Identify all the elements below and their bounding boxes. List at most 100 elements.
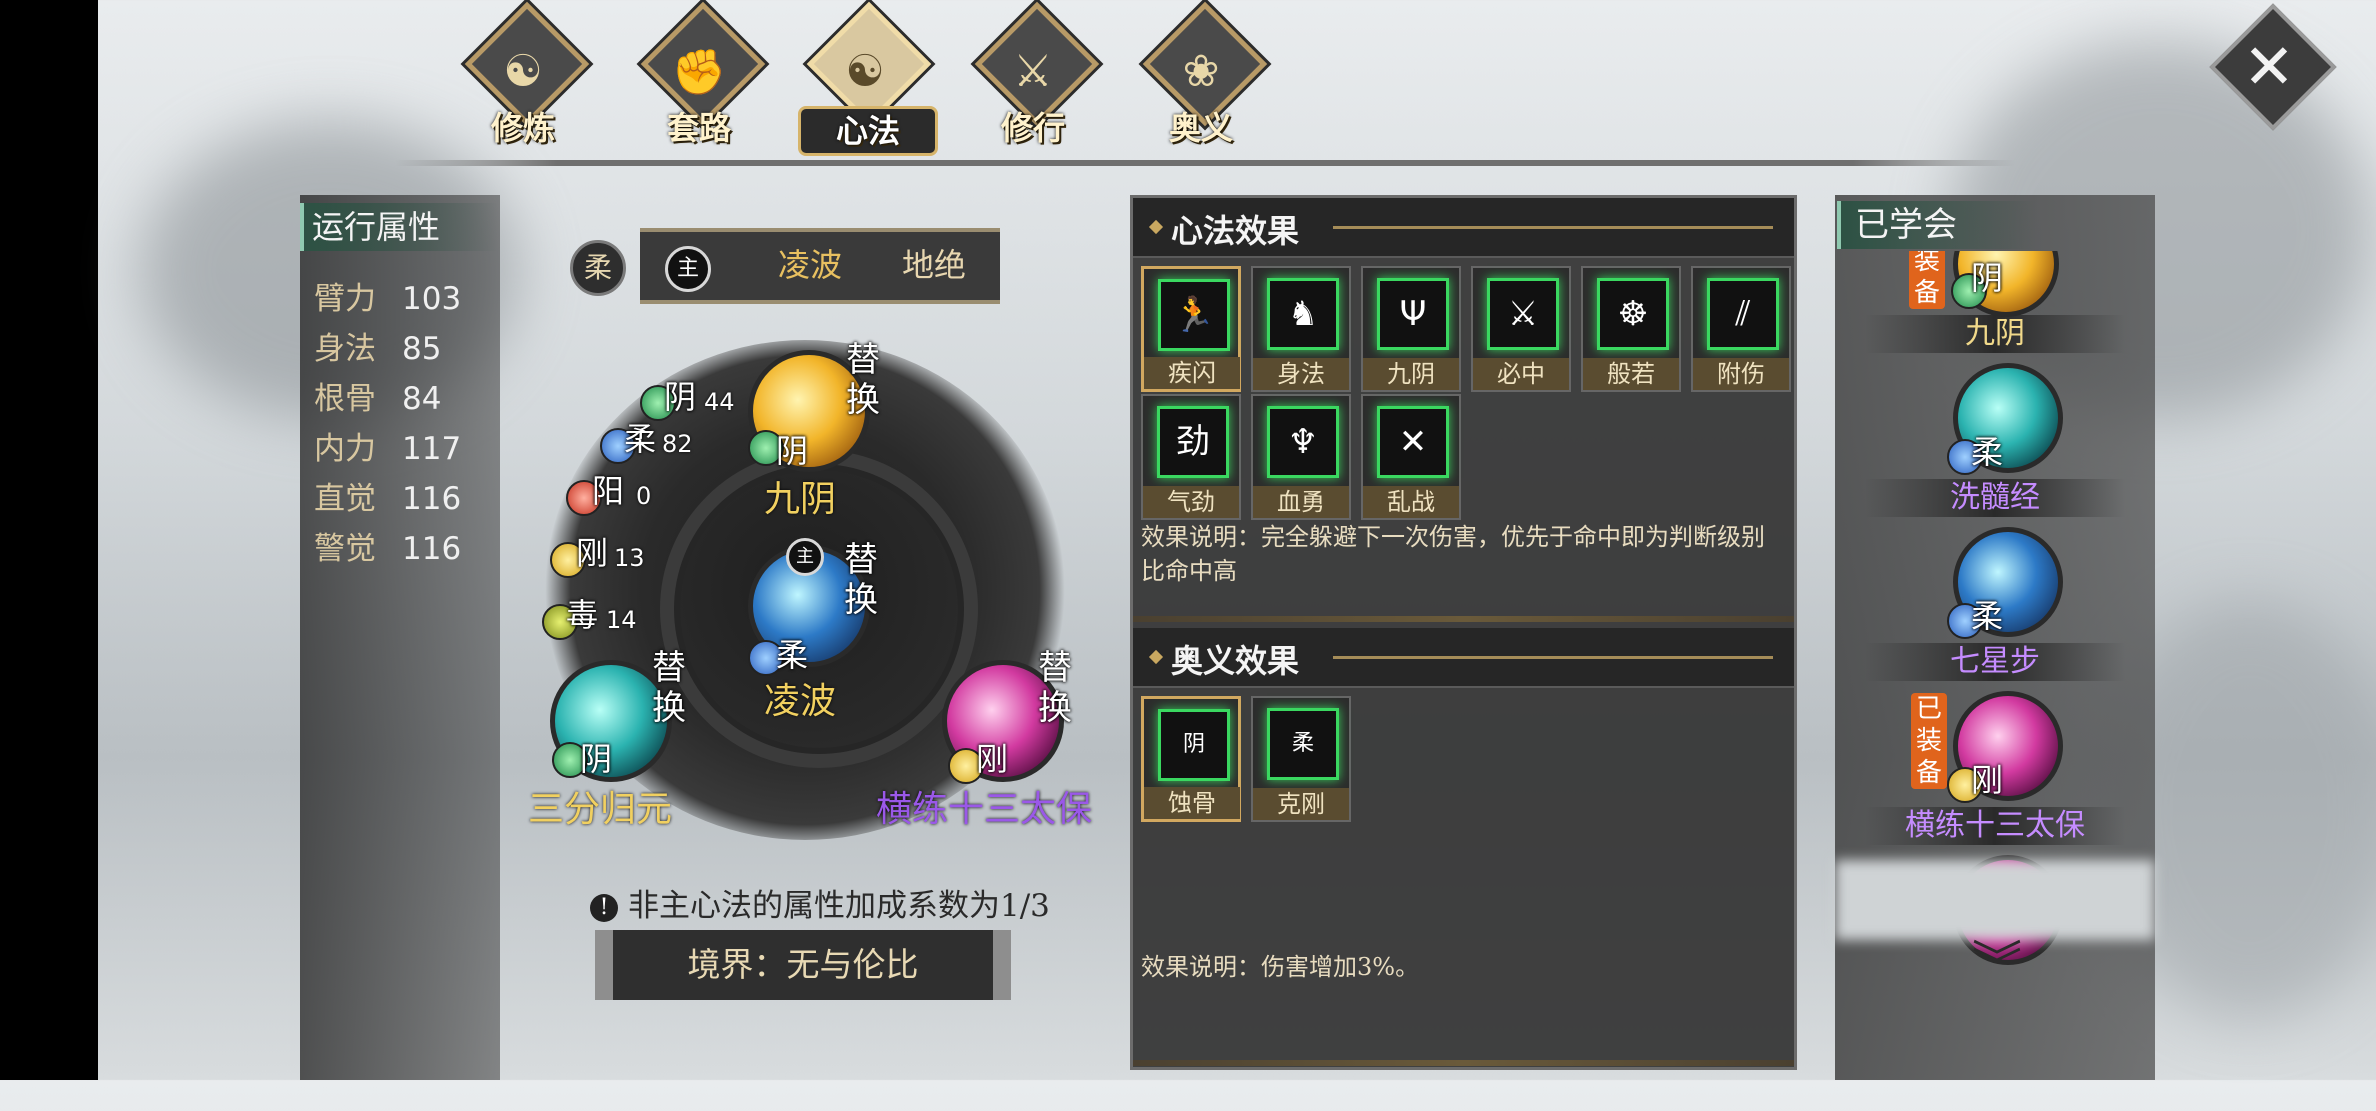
- effect-tile[interactable]: ♆ 血勇: [1251, 394, 1351, 520]
- skill-element-tag: 阴: [580, 740, 613, 778]
- list-fade: [1835, 860, 2155, 940]
- element-value: 13: [614, 544, 645, 572]
- element-value: 82: [662, 430, 693, 458]
- skill-name: 横练十三太保: [876, 789, 1093, 830]
- effect-tile[interactable]: Ψ 九阴: [1361, 266, 1461, 392]
- effect-tile[interactable]: ☸ 般若: [1581, 266, 1681, 392]
- effect-label: 附伤: [1693, 358, 1789, 390]
- taiji-swirl-icon: ☯: [845, 46, 885, 97]
- attr-name: 身法: [314, 331, 376, 367]
- attr-row: 直觉 116: [314, 477, 461, 521]
- main-badge: 主: [786, 538, 824, 576]
- trident-icon: Ψ: [1377, 278, 1449, 350]
- effect-tile[interactable]: 阴蚀骨: [1141, 696, 1241, 822]
- note-text: 非主心法的属性加成系数为1/3: [628, 888, 1050, 924]
- attr-row: 身法 85: [314, 327, 441, 371]
- element-value: 44: [704, 388, 735, 416]
- effect-tile[interactable]: ⚔ 必中: [1471, 266, 1571, 392]
- header-rule: [1333, 226, 1773, 229]
- element-char: 阴: [664, 378, 697, 416]
- skill-element-tag: 刚: [976, 740, 1009, 778]
- yin-bone-icon: 阴: [1158, 709, 1230, 781]
- skill-name: 九阴: [764, 479, 837, 520]
- attr-row: 臂力 103: [314, 277, 461, 321]
- effect-label: 克刚: [1253, 788, 1349, 820]
- section-title: 奥义效果: [1171, 642, 1300, 680]
- element-value: 14: [606, 606, 637, 634]
- skill-element-tag: 刚: [1971, 761, 2004, 799]
- effect-label: 疾闪: [1144, 357, 1240, 389]
- effects-panel: 心法效果 🏃 疾闪 ♞ 身法 Ψ 九阴 ⚔ 必中 ☸ 般若 ⫽ 附伤 劲气劲 ♆ 血勇 ✕ 乱战…: [1130, 195, 1797, 1070]
- attr-name: 直觉: [314, 481, 376, 517]
- set-tab-lingbo[interactable]: 凌波: [778, 240, 842, 290]
- effect-tile[interactable]: 劲气劲: [1141, 394, 1241, 520]
- swap-button[interactable]: 替换: [844, 540, 884, 620]
- effect-tile[interactable]: ⫽ 附伤: [1691, 266, 1791, 392]
- aoyi-effect-description: 效果说明：伤害增加3%。: [1141, 953, 1420, 981]
- effect-tile[interactable]: ♞ 身法: [1251, 266, 1351, 392]
- diamond-ornament-icon: [1148, 219, 1164, 235]
- attr-row: 根骨 84: [314, 377, 441, 421]
- double-chevron-down-icon[interactable]: ︾: [1962, 940, 2032, 990]
- learned-name: 横练十三太保: [1865, 807, 2125, 845]
- swap-button[interactable]: 替换: [1038, 648, 1078, 728]
- bonus-note: ! 非主心法的属性加成系数为1/3: [590, 880, 1050, 925]
- attr-value: 85: [402, 331, 442, 367]
- tab-label: 奥义: [1168, 109, 1233, 147]
- effect-label: 乱战: [1363, 486, 1459, 518]
- swap-button[interactable]: 替换: [652, 648, 692, 728]
- learned-name: 九阴: [1865, 315, 2125, 353]
- aoyi-effect-header: 奥义效果: [1133, 628, 1794, 688]
- attr-value: 84: [402, 381, 442, 417]
- effect-label: 身法: [1253, 358, 1349, 390]
- tab-label: 修炼: [490, 109, 555, 147]
- effect-tile[interactable]: 🏃 疾闪: [1141, 266, 1241, 392]
- element-value: 0: [636, 482, 652, 510]
- attr-name: 内力: [314, 431, 376, 467]
- attributes-panel: 运行属性 臂力 103 身法 85 根骨 84 内力 117 直觉 116 警觉 116: [300, 195, 500, 1080]
- close-x-icon: ✕: [2243, 30, 2295, 103]
- lotus-flame-icon: ❀: [1182, 46, 1220, 97]
- attr-row: 警觉 116: [314, 527, 461, 571]
- skill-element-tag: 柔: [1971, 433, 2004, 471]
- learned-name: 洗髓经: [1865, 479, 2125, 517]
- swap-button[interactable]: 替换: [846, 340, 886, 420]
- qijin-icon: 劲: [1157, 406, 1229, 478]
- xinfa-effect-description: 效果说明：完全躲避下一次伤害，优先于命中即为判断级别比命中高: [1141, 523, 1765, 585]
- skill-name: 三分归元: [528, 789, 673, 830]
- learned-title: 已学会: [1837, 201, 2037, 249]
- effect-label: 蚀骨: [1144, 787, 1240, 819]
- effect-tile[interactable]: 柔克刚: [1251, 696, 1351, 822]
- tab-xiuxing[interactable]: ⚔ 修行: [958, 1, 1108, 150]
- tab-xinfa[interactable]: ☯ 心法: [790, 1, 940, 156]
- yin-yang-flame-icon: ☯: [503, 46, 543, 97]
- slash-icon: ⫽: [1707, 278, 1779, 350]
- effect-label: 气劲: [1143, 486, 1239, 518]
- header-rule: [1333, 656, 1773, 659]
- element-char: 柔: [624, 420, 657, 458]
- attr-value: 116: [402, 481, 462, 517]
- element-char: 毒: [566, 596, 599, 634]
- diamond-ornament-icon: [1148, 649, 1164, 665]
- dash-icon: 🏃: [1158, 279, 1230, 351]
- element-char: 阳: [592, 472, 625, 510]
- letterbox-left: [0, 0, 98, 1080]
- effect-label: 般若: [1583, 358, 1679, 390]
- skill-element-tag: 柔: [776, 636, 809, 674]
- attr-row: 内力 117: [314, 427, 461, 471]
- attr-name: 臂力: [314, 281, 376, 317]
- xinfa-effect-header: 心法效果: [1133, 198, 1794, 258]
- section-title: 心法效果: [1171, 212, 1300, 250]
- section-divider: [1133, 1060, 1794, 1066]
- learned-name: 七星步: [1865, 643, 2125, 681]
- tab-aoyi[interactable]: ❀ 奥义: [1126, 1, 1276, 150]
- realm-bar: 境界：无与伦比: [595, 930, 1011, 1000]
- effect-tile[interactable]: ✕ 乱战: [1361, 394, 1461, 520]
- attr-value: 116: [402, 531, 462, 567]
- set-tab-dijue[interactable]: 地绝: [902, 240, 966, 290]
- skill-name: 凌波: [764, 681, 837, 722]
- equipped-badge: 已装备: [1911, 693, 1947, 789]
- tab-xiulian[interactable]: ☯ 修炼: [448, 1, 598, 150]
- tab-label: 心法: [798, 106, 938, 156]
- tab-taolu[interactable]: ✊ 套路: [624, 1, 774, 150]
